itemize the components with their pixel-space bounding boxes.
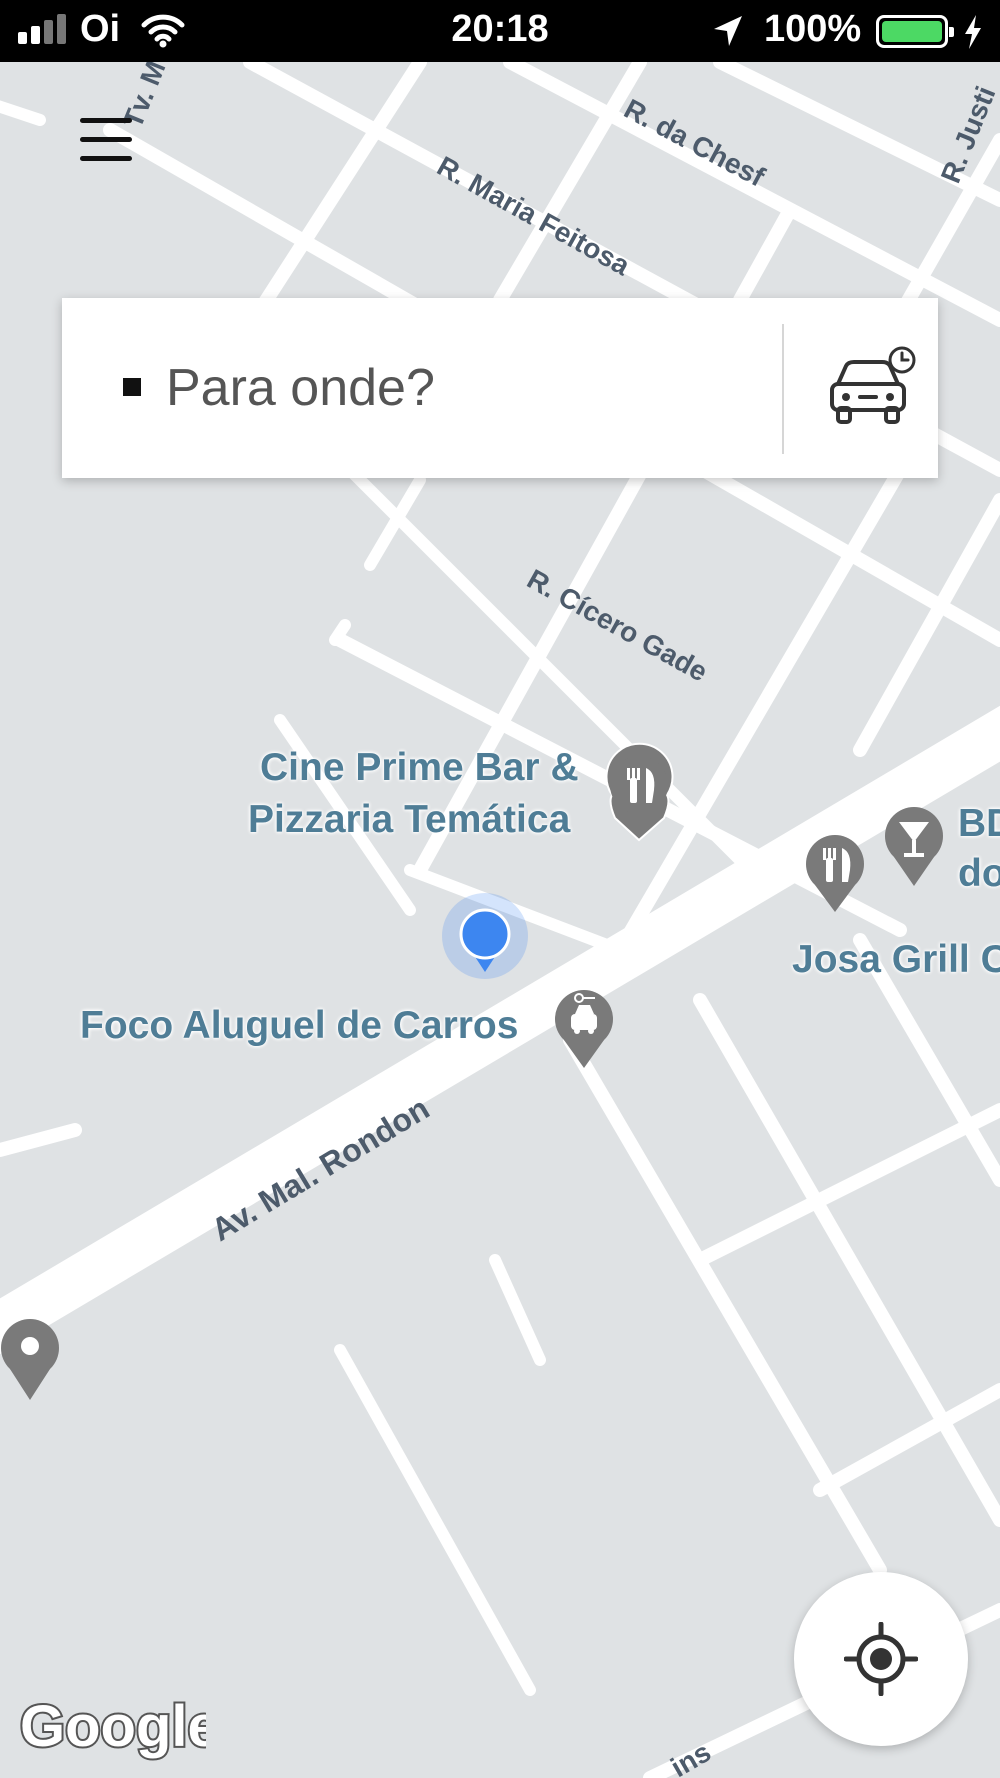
current-location-marker — [442, 893, 528, 979]
location-services-icon — [714, 16, 742, 46]
schedule-ride-button[interactable] — [784, 298, 938, 478]
destination-placeholder[interactable]: Para onde? — [166, 358, 435, 418]
google-logo: Google — [18, 1692, 206, 1761]
app-screen: Oi 20:18 100% Tv. M R. da Chesf R. Maria… — [0, 0, 1000, 1778]
destination-search-bar[interactable]: Para onde? — [62, 298, 938, 478]
battery-percentage: 100% — [764, 8, 862, 50]
crosshair-icon — [844, 1622, 918, 1696]
place-label[interactable]: Foco Aluguel de Carros — [80, 1004, 518, 1048]
my-location-button[interactable] — [794, 1572, 968, 1746]
place-label[interactable]: BD — [958, 802, 1000, 846]
place-label[interactable]: do — [958, 852, 1000, 896]
place-label[interactable]: Josa Grill C — [792, 938, 1000, 982]
place-label[interactable]: Cine Prime Bar & — [260, 746, 579, 790]
charging-bolt-icon — [965, 15, 981, 49]
hamburger-menu-icon[interactable] — [80, 118, 134, 164]
svg-text:Google: Google — [20, 1694, 206, 1759]
car-clock-icon — [830, 346, 916, 424]
status-bar: Oi 20:18 100% — [0, 0, 1000, 62]
battery-icon — [876, 15, 954, 48]
place-label[interactable]: Pizzaria Temática — [248, 798, 570, 842]
destination-square-icon — [123, 378, 141, 396]
